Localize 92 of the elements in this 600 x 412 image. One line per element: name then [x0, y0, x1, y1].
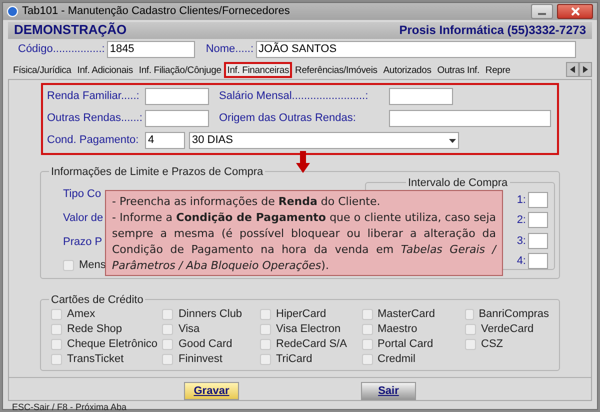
card-name: VerdeCard [481, 322, 534, 337]
checkbox[interactable] [162, 308, 174, 320]
card-name: MasterCard [378, 306, 435, 322]
right-arrow-icon [583, 66, 588, 73]
checkbox[interactable] [260, 338, 271, 350]
name-label: Nome.....: [206, 42, 254, 58]
vendor-contact: Prosis Informática (55)3332-7273 [399, 22, 586, 39]
monthly-checkbox-label: Mens [79, 258, 106, 273]
tab-scroll-right-button[interactable] [579, 62, 592, 77]
card-name: RedeCard S/A [276, 336, 347, 352]
dropdown-caret-icon [449, 138, 456, 142]
checkbox[interactable] [51, 338, 62, 350]
tab[interactable]: Inf. Financeiras [224, 62, 292, 78]
interval-label: 4: [516, 254, 526, 269]
exit-button[interactable]: Sair [361, 382, 416, 400]
card-name: BanriCompras [478, 306, 550, 322]
interval-field[interactable] [528, 212, 548, 228]
checkbox[interactable] [362, 354, 373, 364]
checkbox[interactable] [51, 324, 62, 334]
monthly-salary-field[interactable] [389, 88, 453, 105]
tab[interactable]: Inf. Adicionais [74, 62, 136, 78]
interval-field[interactable] [528, 253, 548, 270]
income-origin-label: Origem das Outras Rendas: [219, 111, 357, 126]
window-title: Tab101 - Manutenção Cadastro Clientes/Fornecedores [22, 4, 291, 19]
checkbox[interactable] [362, 308, 373, 320]
checkbox[interactable] [465, 338, 476, 350]
checkbox[interactable] [260, 324, 271, 334]
checkbox[interactable] [260, 308, 271, 320]
card-name: Rede Shop [67, 322, 122, 337]
card-name: Dinners Club [178, 306, 242, 322]
checkbox[interactable] [162, 324, 174, 334]
code-field[interactable]: 1845 [106, 41, 195, 58]
checkbox[interactable] [465, 308, 474, 320]
checkbox[interactable] [51, 354, 62, 364]
tab[interactable]: Física/Jurídica [10, 62, 74, 78]
instruction-text: - Preencha as informações de Renda do Cliente. [112, 194, 382, 210]
card-name: TriCard [276, 352, 312, 367]
tab[interactable]: Inf. Filiação/Cônjuge [136, 62, 224, 78]
monthly-salary-label: Salário Mensal........................: [219, 89, 370, 104]
card-name: Portal Card [378, 336, 434, 352]
family-income-field[interactable] [145, 88, 209, 105]
limit-field-label: Prazo P [63, 234, 104, 248]
card-name: Fininvest [178, 352, 222, 367]
checkbox[interactable] [362, 324, 373, 334]
checkbox[interactable] [260, 354, 271, 364]
company-name: DEMONSTRAÇÃO [14, 21, 127, 40]
interval-label: 2: [516, 213, 526, 228]
card-name: Good Card [178, 336, 232, 352]
family-income-label: Renda Familiar.....: [47, 89, 140, 104]
card-name: Credmil [378, 352, 416, 367]
card-name: Cheque Eletrônico [67, 336, 158, 352]
card-name: HiperCard [276, 306, 326, 322]
card-name: CSZ [481, 336, 504, 352]
interval-label: 3: [516, 234, 526, 248]
tab[interactable]: Outras Inf. [434, 62, 482, 78]
payment-code-field[interactable]: 4 [145, 132, 185, 149]
checkbox[interactable] [465, 324, 476, 334]
payment-condition-dropdown[interactable]: 30 DIAS [189, 132, 459, 149]
close-button[interactable] [557, 4, 593, 19]
code-label: Código................: [18, 42, 105, 58]
pointer-arrow-icon [296, 150, 310, 172]
other-income-field[interactable] [145, 110, 209, 127]
tab[interactable]: Autorizados [380, 62, 434, 78]
interval-field[interactable] [528, 232, 548, 249]
minimize-button[interactable] [531, 4, 553, 19]
checkbox[interactable] [362, 338, 373, 350]
limit-field-label: Valor de [63, 210, 104, 224]
card-name: Maestro [378, 322, 418, 337]
tab[interactable]: Referências/Imóveis [292, 62, 380, 78]
save-button[interactable]: Gravar [184, 382, 239, 400]
close-icon [570, 6, 580, 16]
card-name: Visa Electron [276, 322, 341, 337]
tab[interactable]: Repre [482, 62, 514, 78]
name-field[interactable]: JOÃO SANTOS [256, 41, 576, 58]
limit-field-label: Tipo Co [63, 186, 102, 200]
checkbox[interactable] [51, 308, 62, 320]
income-origin-field[interactable] [389, 110, 551, 127]
checkbox[interactable] [162, 338, 174, 350]
tab-scroll-left-button[interactable] [566, 62, 579, 77]
app-logo-icon [7, 6, 18, 17]
interval-label: 1: [516, 192, 526, 208]
card-name: Amex [67, 306, 96, 322]
card-name: Visa [178, 322, 200, 337]
checkbox[interactable] [162, 354, 174, 364]
payment-condition-label: Cond. Pagamento: [47, 133, 140, 148]
other-income-label: Outras Rendas......: [47, 111, 143, 126]
left-arrow-icon [570, 66, 575, 73]
interval-field[interactable] [528, 192, 548, 208]
checkbox[interactable] [63, 260, 74, 270]
instruction-text: - Informe a Condição de Pagamento que o cliente utiliza, caso seja sempre a mesma (é possível bloquear ou liberar a alteração da Condição de Pagamento na hora da venda em Tabelas Gerais / Parâmetros / Aba Bloqueio Operações). [112, 210, 496, 274]
status-text: ESC-Sair / F8 - Próxima Aba [12, 402, 127, 412]
card-name: TransTicket [67, 352, 124, 367]
